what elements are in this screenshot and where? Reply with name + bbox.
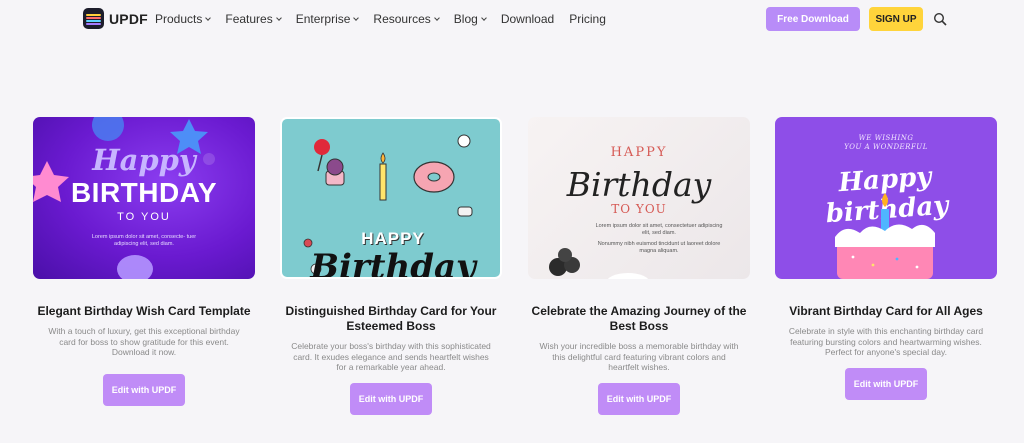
card-description: Wish your incredible boss a memorable bi… [539,341,739,372]
card-art-happy: HAPPY [361,229,425,248]
card-description: Celebrate your boss's birthday with this… [291,341,491,372]
card-thumbnail[interactable]: HAPPY Birthday [280,117,502,279]
card-description: With a touch of luxury, get this excepti… [48,326,240,357]
balloons-decoration [549,248,649,279]
chevron-down-icon [275,14,282,21]
card-thumbnail[interactable]: HAPPY Birthday TO YOU Lorem ipsum dolor … [528,117,750,279]
card-thumbnail[interactable]: WE WISHING YOU A WONDERFUL Happy birthda… [775,117,997,279]
updf-logo-icon [83,8,104,29]
free-download-button[interactable]: Free Download [766,7,860,31]
edit-with-updf-button[interactable]: Edit with UPDF [103,373,185,406]
card-title: Elegant Birthday Wish Card Template [37,304,251,318]
sign-up-button[interactable]: SIGN UP [869,7,923,31]
menu-products[interactable]: Products [155,12,212,26]
chevron-down-icon [433,14,440,21]
edit-with-updf-button[interactable]: Edit with UPDF [350,382,432,415]
card-description: Celebrate in style with this enchanting … [788,326,984,357]
menu-enterprise[interactable]: Enterprise [296,12,360,26]
card-title: Vibrant Birthday Card for All Ages [789,304,983,318]
chevron-down-icon [480,14,487,21]
edit-with-updf-button[interactable]: Edit with UPDF [845,367,927,400]
template-card-3: HAPPY Birthday TO YOU Lorem ipsum dolor … [528,117,750,415]
brand-name: UPDF [109,10,148,27]
cake-decoration [835,193,935,279]
updf-logo[interactable]: UPDF [83,8,148,29]
main-menu: Products Features Enterprise Resources B… [155,12,621,26]
card-art-happy: Happy [92,143,196,177]
menu-resources[interactable]: Resources [373,12,440,26]
template-card-2: HAPPY Birthday Distinguished Birthday Ca… [280,117,502,415]
chevron-down-icon [353,14,360,21]
card-art-birthday: BIRTHDAY [70,177,218,208]
card-title: Celebrate the Amazing Journey of the Bes… [531,304,747,333]
card-art-to-you: TO YOU [117,211,171,223]
card-art-birthday: Birthday [310,247,476,279]
card-title: Distinguished Birthday Card for Your Est… [285,304,497,333]
top-navigation: UPDF Products Features Enterprise Resour… [0,0,1024,38]
menu-download[interactable]: Download [501,12,554,26]
card-art-small-text: Lorem ipsum dolor sit amet, consecte- tu… [91,234,197,247]
template-card-1: Happy BIRTHDAY TO YOU Lorem ipsum dolor … [33,117,255,406]
menu-pricing[interactable]: Pricing [569,12,606,26]
chevron-down-icon [205,14,212,21]
card-thumbnail[interactable]: Happy BIRTHDAY TO YOU Lorem ipsum dolor … [33,117,255,279]
search-icon[interactable] [933,12,947,26]
menu-features[interactable]: Features [225,12,282,26]
template-card-4: WE WISHING YOU A WONDERFUL Happy birthda… [775,117,997,400]
edit-with-updf-button[interactable]: Edit with UPDF [598,382,680,415]
menu-blog[interactable]: Blog [454,12,487,26]
